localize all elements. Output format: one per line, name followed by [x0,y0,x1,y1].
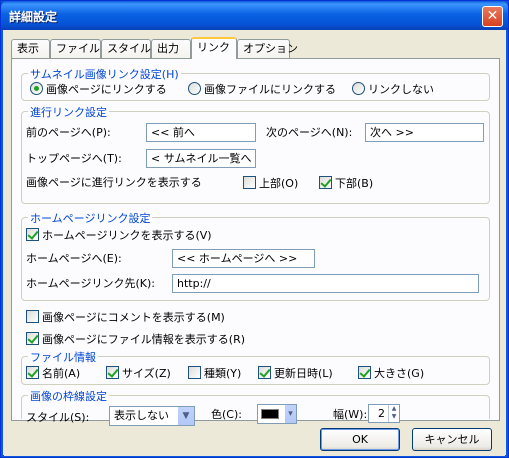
fileinfo-checkbox-label: 画像ページにファイル情報を表示する(R) [42,333,246,346]
homepage-url-label: ホームページリンク先(K): [26,277,155,290]
next-page-input[interactable]: 次へ >> [365,123,484,142]
border-style-value: 表示しない [114,409,169,422]
bottom-position-checkbox-label: 下部(B) [335,177,374,190]
comment-checkbox[interactable]: 画像ページにコメントを表示する(M) [26,310,225,325]
bottom-position-checkbox[interactable]: 下部(B) [319,176,373,191]
top-position-checkbox-box[interactable] [243,176,256,189]
fileinfo-type-checkbox[interactable]: 種類(Y) [188,366,241,381]
window-title: 詳細設定 [9,10,58,24]
thumbnail-link-group: サムネイル画像リンク設定(H) 画像ページにリンクする 画像ファイルにリンクする… [21,66,490,101]
fileinfo-name-box[interactable] [26,366,39,379]
radio-image-page[interactable]: 画像ページにリンクする [30,82,167,97]
tab-options[interactable]: オプション [237,39,298,58]
close-button[interactable]: ✕ [482,6,503,27]
close-icon: ✕ [486,8,499,24]
fileinfo-size-checkbox[interactable]: サイズ(Z) [106,366,171,381]
tab-panel-link: サムネイル画像リンク設定(H) 画像ページにリンクする 画像ファイルにリンクする… [11,58,500,426]
top-page-label: トップページへ(T): [26,152,122,165]
top-position-checkbox[interactable]: 上部(O) [243,176,298,191]
file-info-legend: ファイル情報 [28,349,98,365]
radio-no-link[interactable]: リンクしない [352,82,434,97]
tab-style[interactable]: スタイル [101,39,151,58]
radio-image-page-label: 画像ページにリンクする [46,83,167,96]
top-position-checkbox-label: 上部(O) [259,177,299,190]
border-width-label: 幅(W): [333,408,368,421]
ok-button[interactable]: OK [320,428,400,451]
homepage-to-label: ホームページへ(E): [26,252,122,265]
dialog-window: 詳細設定 ✕ 表示 ファイル スタイル 出力 リンク オプション サムネイル画像… [0,0,509,458]
homepage-url-input[interactable]: http:// [172,274,479,293]
fileinfo-dimensions-label: 大きさ(G) [374,367,425,380]
tab-output[interactable]: 出力 [151,39,191,58]
radio-no-link-label: リンクしない [368,83,434,96]
fileinfo-checkbox[interactable]: 画像ページにファイル情報を表示する(R) [26,332,245,347]
dialog-client: 表示 ファイル スタイル 出力 リンク オプション サムネイル画像リンク設定(H… [4,30,505,456]
tab-file[interactable]: ファイル [50,39,101,58]
radio-image-file[interactable]: 画像ファイルにリンクする [188,82,336,97]
border-style-label: スタイル(S): [26,411,90,424]
fileinfo-modified-box[interactable] [258,366,271,379]
border-style-select[interactable]: 表示しない ▼ [109,406,195,426]
prev-page-input[interactable]: << 前へ [146,123,256,142]
fileinfo-checkbox-box[interactable] [26,332,39,345]
border-color-picker[interactable]: ▾ [257,404,297,424]
fileinfo-dimensions-box[interactable] [358,366,371,379]
fileinfo-size-label: サイズ(Z) [122,367,171,380]
fileinfo-type-label: 種類(Y) [204,367,242,380]
border-settings-group: 画像の枠線設定 [21,388,490,419]
show-homepage-link-checkbox-box[interactable] [26,228,39,241]
show-homepage-link-label: ホームページリンクを表示する(V) [42,229,212,242]
radio-image-file-indicator[interactable] [188,82,201,95]
homepage-link-legend: ホームページリンク設定 [28,210,153,226]
tab-link[interactable]: リンク [191,37,237,59]
homepage-to-input[interactable]: << ホームページへ >> [172,249,315,268]
progress-link-group: 進行リンク設定 前のページへ(P): << 前へ 次のページへ(N): 次へ >… [21,104,490,204]
border-color-label: 色(C): [211,408,242,421]
chevron-down-icon[interactable]: ▼ [177,407,194,425]
tab-display[interactable]: 表示 [11,39,50,58]
cancel-button[interactable]: キャンセル [412,428,492,451]
border-width-value: 2 [378,407,385,420]
show-homepage-link-checkbox[interactable]: ホームページリンクを表示する(V) [26,228,212,243]
chevron-down-icon[interactable]: ▾ [284,405,296,423]
comment-checkbox-box[interactable] [26,310,39,323]
color-swatch [261,409,279,419]
border-settings-legend: 画像の枠線設定 [28,388,109,404]
file-info-group: ファイル情報 名前(A) サイズ(Z) 種類(Y) 更新日時(L) 大きさ(G) [21,349,490,385]
thumbnail-link-legend: サムネイル画像リンク設定(H) [28,66,181,82]
show-progress-link-label: 画像ページに進行リンクを表示する [26,176,202,189]
fileinfo-size-box[interactable] [106,366,119,379]
radio-image-page-indicator[interactable] [30,82,43,95]
homepage-link-group: ホームページリンク設定 ホームページリンクを表示する(V) ホームページへ(E)… [21,210,490,301]
top-page-input[interactable]: < サムネイル一覧へ > [146,149,256,168]
fileinfo-type-box[interactable] [188,366,201,379]
title-bar[interactable]: 詳細設定 ✕ [1,1,508,30]
fileinfo-name-label: 名前(A) [42,367,81,380]
bottom-position-checkbox-box[interactable] [319,176,332,189]
progress-link-legend: 進行リンク設定 [28,104,109,120]
fileinfo-modified-label: 更新日時(L) [274,367,333,380]
spin-down-icon[interactable]: ▼ [389,413,399,421]
width-spinner[interactable]: ▲ ▼ [388,405,399,422]
radio-no-link-indicator[interactable] [352,82,365,95]
fileinfo-dimensions-checkbox[interactable]: 大きさ(G) [358,366,424,381]
comment-checkbox-label: 画像ページにコメントを表示する(M) [42,311,225,324]
fileinfo-modified-checkbox[interactable]: 更新日時(L) [258,366,333,381]
spin-up-icon[interactable]: ▲ [389,405,399,413]
fileinfo-name-checkbox[interactable]: 名前(A) [26,366,80,381]
prev-page-label: 前のページへ(P): [26,126,111,139]
next-page-label: 次のページへ(N): [266,126,353,139]
radio-image-file-label: 画像ファイルにリンクする [204,83,336,96]
